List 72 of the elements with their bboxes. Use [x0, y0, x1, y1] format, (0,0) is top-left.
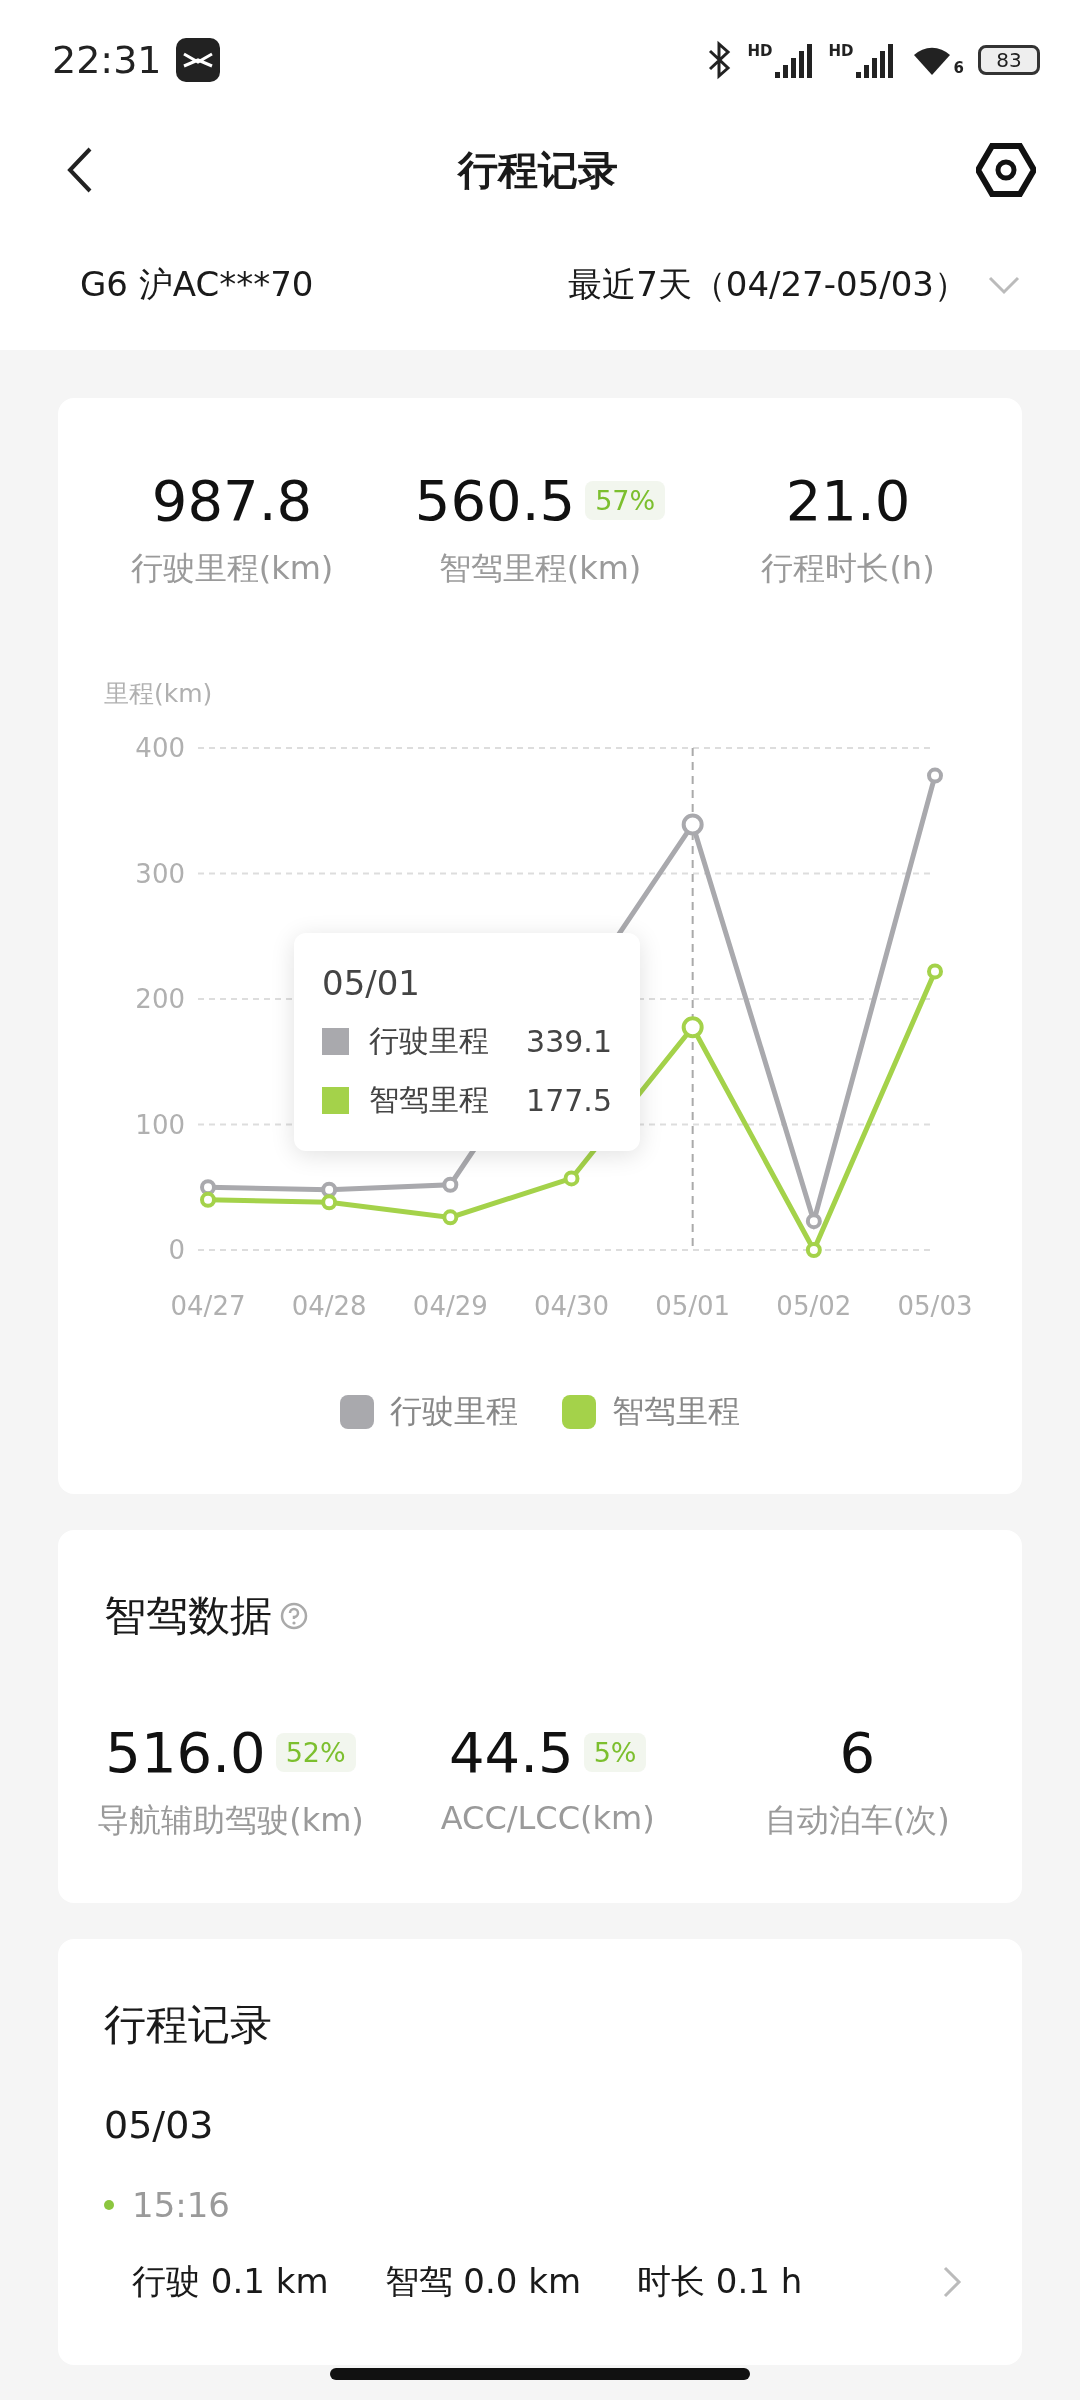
stat-label: 行程时长(h) [761, 548, 935, 589]
stat-value: 21.0 [785, 468, 911, 533]
trip-metric: 智驾 0.0 km [384, 2260, 581, 2303]
legend-label: 智驾里程 [612, 1391, 740, 1432]
settings-icon[interactable] [976, 143, 1036, 197]
axis-label: 0 [168, 1235, 185, 1265]
data-point [927, 767, 943, 784]
axis-label: 04/28 [291, 1291, 367, 1321]
data-point [805, 1213, 822, 1230]
wifi-label: 6 [953, 59, 964, 77]
battery-indicator: 83 [978, 45, 1040, 75]
axis-label: 04/30 [534, 1291, 609, 1321]
data-point [805, 1242, 822, 1258]
trip-time: 15:16 [132, 2185, 230, 2225]
tooltip-date: 05/01 [322, 963, 421, 1003]
help-icon[interactable] [280, 1602, 308, 1630]
app-icon [175, 38, 220, 82]
axis-label: 100 [135, 1109, 185, 1140]
axis-title: 里程(km) [104, 678, 214, 710]
data-point [681, 1016, 704, 1039]
network-label: HD [828, 42, 854, 60]
legend-label: 行驶里程 [390, 1391, 518, 1432]
chevron-down-icon[interactable] [988, 275, 1020, 295]
data-point [200, 1179, 216, 1196]
stat-label: 行驶里程(km) [130, 548, 334, 589]
stat-value: 6 [839, 1720, 876, 1785]
vehicle-selector[interactable]: G6 沪AC***70 [80, 262, 314, 308]
axis-label: 05/03 [897, 1291, 973, 1321]
tooltip-series: 智驾里程 [369, 1081, 490, 1119]
data-point [321, 1194, 338, 1211]
data-point [927, 963, 943, 980]
section-title: 行程记录 [104, 1999, 272, 2051]
axis-label: 04/29 [412, 1291, 488, 1321]
data-point [321, 1181, 338, 1198]
network-label: HD [747, 42, 773, 60]
axis-label: 05/02 [776, 1291, 852, 1321]
trip-metric: 时长 0.1 h [637, 2260, 803, 2303]
chevron-right-icon[interactable] [942, 2265, 962, 2299]
timeline-dot [104, 2200, 114, 2210]
percent-badge: 57% [585, 481, 666, 520]
axis-label: 04/27 [170, 1291, 246, 1321]
data-point [681, 813, 704, 836]
axis-label: 05/01 [655, 1291, 731, 1321]
stat-value: 560.5 [414, 468, 576, 533]
trip-date: 05/03 [104, 2103, 215, 2147]
signal-icon [774, 42, 815, 78]
date-range-selector[interactable]: 最近7天（04/27-05/03） [568, 262, 968, 308]
stat-value: 516.0 [105, 1720, 266, 1785]
data-point [200, 1191, 216, 1208]
axis-label: 200 [135, 984, 185, 1014]
axis-label: 300 [135, 858, 185, 889]
tooltip-value: 177.5 [526, 1083, 612, 1118]
axis-label: 400 [135, 733, 185, 763]
data-point [563, 1170, 580, 1187]
stat-label: 智驾里程(km) [438, 548, 642, 589]
stat-label: 导航辅助驾驶(km) [97, 1800, 364, 1841]
signal-icon [855, 42, 896, 78]
percent-badge: 52% [275, 1733, 356, 1772]
data-point [442, 1209, 459, 1226]
status-time: 22:31 [52, 38, 162, 82]
stat-value: 987.8 [151, 468, 313, 533]
tooltip-series: 行驶里程 [369, 1022, 490, 1060]
stat-label: ACC/LCC(km) [440, 1799, 655, 1837]
page-title: 行程记录 [458, 145, 618, 195]
percent-badge: 5% [583, 1733, 647, 1772]
section-title: 智驾数据 [104, 1590, 272, 1642]
trip-row[interactable]: 行驶 0.1 km 智驾 0.0 km 时长 0.1 h [58, 2225, 1022, 2365]
trip-metric: 行驶 0.1 km [132, 2260, 329, 2303]
data-point [442, 1176, 459, 1193]
stat-value: 44.5 [448, 1720, 574, 1785]
stat-label: 自动泊车(次) [764, 1800, 950, 1841]
tooltip-value: 339.1 [526, 1024, 612, 1059]
